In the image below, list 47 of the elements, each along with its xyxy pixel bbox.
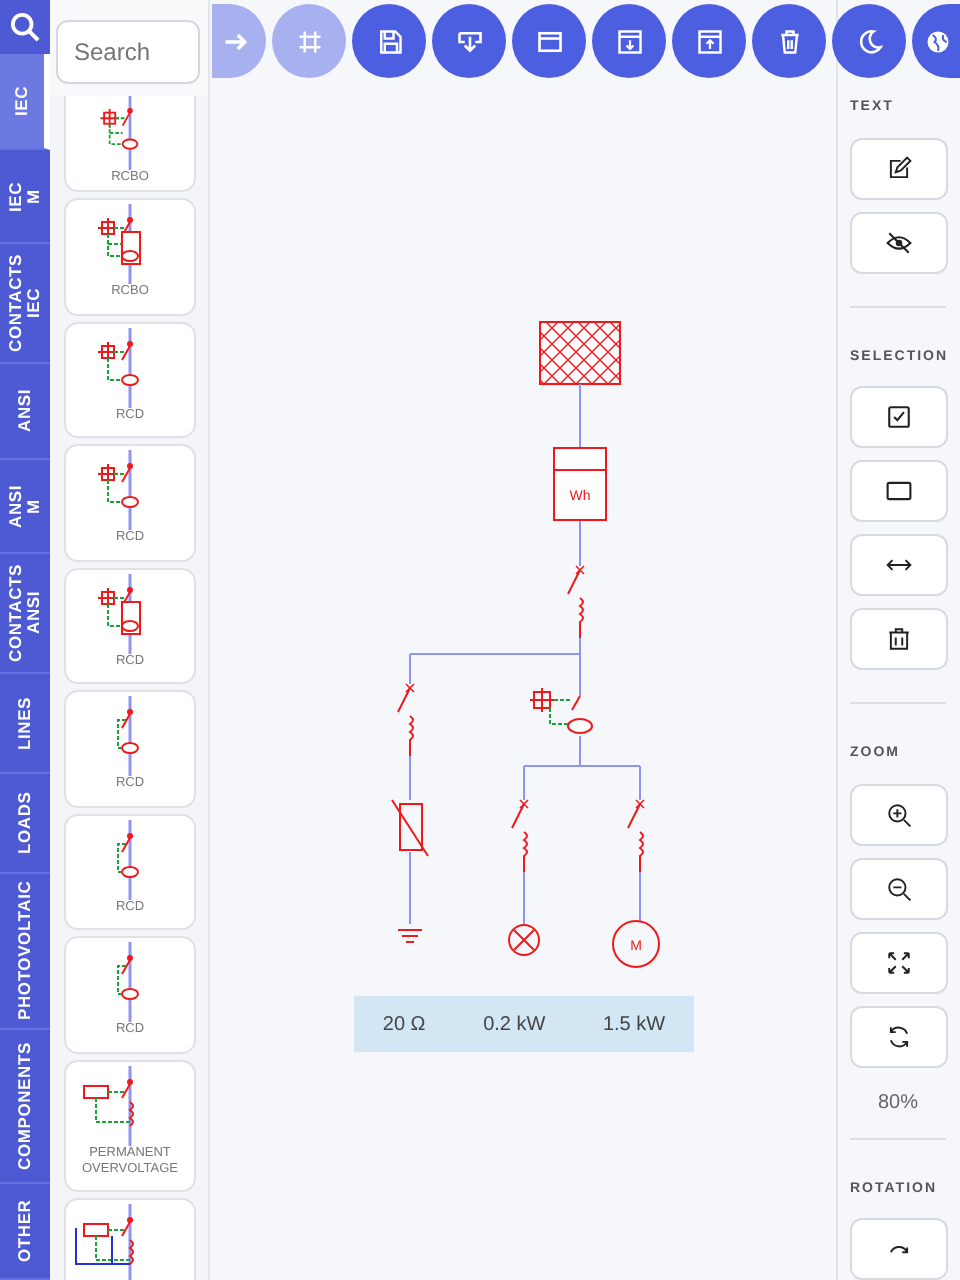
toolbar-button[interactable]: [512, 4, 586, 78]
component-symbol-drawing: [83, 1065, 134, 1145]
component-symbol-drawing: [117, 942, 139, 1022]
category-tab[interactable]: IEC: [0, 54, 50, 150]
component-symbol-drawing: [97, 327, 139, 407]
tool-button[interactable]: [850, 137, 948, 199]
reading-value: 0.2 kW: [483, 1011, 546, 1039]
folder-icon: [535, 27, 563, 55]
download-icon: [455, 27, 483, 55]
tool-button[interactable]: [850, 460, 948, 522]
toolbar-button[interactable]: [752, 4, 826, 78]
component-symbol-drawing: [117, 819, 139, 899]
tool-button[interactable]: [850, 931, 948, 993]
component-symbol-drawing: [117, 696, 139, 776]
grid-icon: [295, 27, 323, 55]
toolbar-button[interactable]: [352, 4, 426, 78]
component-card[interactable]: [64, 1197, 196, 1280]
component-symbol-drawing: [97, 573, 141, 653]
trash-icon: [775, 27, 803, 55]
save-icon: [375, 27, 403, 55]
zoom-out-icon: [886, 875, 912, 901]
search-icon[interactable]: [10, 12, 40, 42]
checkbox-icon: [886, 404, 912, 430]
reading-value: 20 Ω: [382, 1011, 426, 1039]
toolbar-button[interactable]: [432, 4, 506, 78]
toolbar-button[interactable]: [592, 4, 666, 78]
moon-icon: [855, 27, 883, 55]
window-upload-icon: [695, 27, 723, 55]
tool-button[interactable]: [850, 608, 948, 670]
trash-icon: [886, 626, 912, 652]
tool-button[interactable]: [850, 211, 948, 273]
rectangle-icon: [886, 478, 912, 504]
reading-value: 1.5 kW: [602, 1011, 666, 1039]
component-symbol-drawing: [75, 1203, 134, 1280]
component-symbol-drawing: [97, 204, 141, 284]
eye-slash-icon: [886, 229, 912, 255]
component-symbol-drawing: [97, 450, 139, 530]
refresh-icon: [886, 1023, 912, 1049]
toolbar-button[interactable]: [672, 4, 746, 78]
search-field[interactable]: Search: [56, 20, 200, 84]
fullscreen-icon: [886, 949, 912, 975]
zoom-in-icon: [886, 801, 912, 827]
globe-icon: [924, 27, 952, 55]
edit-icon: [886, 155, 912, 181]
window-download-icon: [615, 27, 643, 55]
tool-button[interactable]: [850, 386, 948, 448]
zoom-level: 80%: [875, 1089, 920, 1117]
